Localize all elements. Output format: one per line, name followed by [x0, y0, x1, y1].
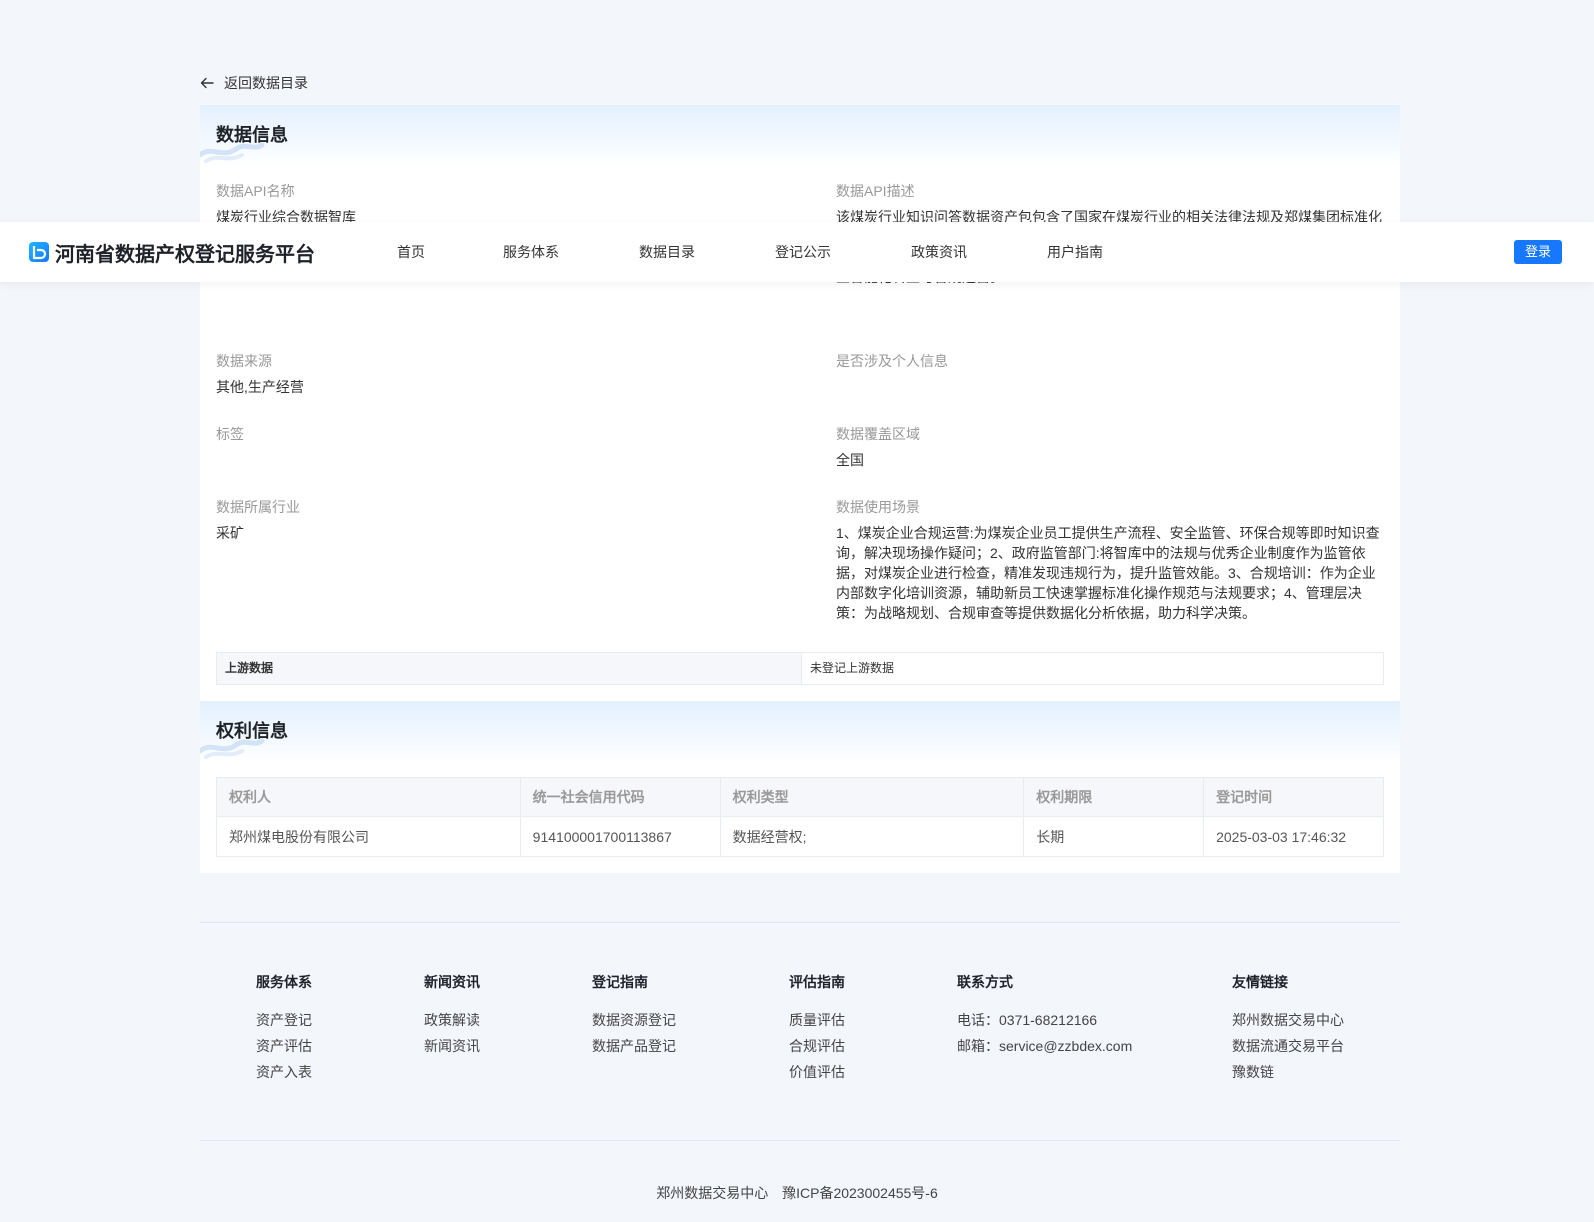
field-label: 数据API名称 — [216, 183, 295, 199]
brand-name: 河南省数据产权登记服务平台 — [55, 243, 315, 266]
table-cell: 郑州煤电股份有限公司 — [216, 816, 521, 857]
rights-info-card: 权利信息 权利人 统一社会信用代码 权利类型 权利期限 登记时间 郑州煤电股份有… — [200, 701, 1400, 873]
field-value: 采矿 — [216, 525, 244, 541]
rights-info-header: 权利信息 — [200, 701, 1400, 763]
footer-column-title: 友情链接 — [1232, 974, 1288, 990]
back-to-catalog-link[interactable]: 返回数据目录 — [200, 72, 308, 94]
column-header: 统一社会信用代码 — [519, 777, 721, 817]
table-cell: 914100001700113867 — [519, 816, 721, 857]
table-cell: 数据经营权; — [719, 816, 1025, 857]
footer-link[interactable]: 郑州数据交易中心 — [1232, 1010, 1344, 1030]
upstream-value: 未登记上游数据 — [810, 661, 895, 675]
column-header: 权利类型 — [719, 777, 1025, 817]
footer-link[interactable]: 新闻资讯 — [424, 1036, 480, 1056]
footer-column-title: 登记指南 — [592, 974, 648, 990]
copyright-org: 郑州数据交易中心 — [656, 1185, 769, 1201]
platform-logo-icon — [29, 242, 49, 262]
footer-column-contact: 联系方式 电话：0371-68212166 邮箱：service@zzbdex.… — [957, 970, 1132, 1062]
footer-column-service: 服务体系 资产登记 资产评估 资产入表 — [256, 970, 312, 1088]
footer-link[interactable]: 资产入表 — [256, 1062, 312, 1082]
footer-column-friend-links: 友情链接 郑州数据交易中心 数据流通交易平台 豫数链 — [1232, 970, 1344, 1088]
footer-link[interactable]: 质量评估 — [789, 1010, 845, 1030]
footer-link[interactable]: 数据产品登记 — [592, 1036, 676, 1056]
footer-link[interactable]: 数据资源登记 — [592, 1010, 676, 1030]
column-header: 登记时间 — [1203, 777, 1384, 817]
footer-column-title: 联系方式 — [957, 974, 1013, 990]
footer-column-evaluation-guide: 评估指南 质量评估 合规评估 价值评估 — [789, 970, 845, 1088]
arrow-left-icon — [200, 77, 214, 89]
table-row: 郑州煤电股份有限公司 914100001700113867 数据经营权; 长期 … — [216, 816, 1384, 857]
field-scenario: 数据使用场景 1、煤炭企业合规运营:为煤炭企业员工提供生产流程、安全监管、环保合… — [836, 497, 1384, 633]
nav-item-service-system[interactable]: 服务体系 — [503, 222, 559, 282]
field-label: 标签 — [216, 426, 244, 442]
rights-table-header-row: 权利人 统一社会信用代码 权利类型 权利期限 登记时间 — [216, 777, 1384, 817]
data-info-title: 数据信息 — [216, 125, 288, 145]
footer-column-registration-guide: 登记指南 数据资源登记 数据产品登记 — [592, 970, 676, 1062]
field-label: 数据所属行业 — [216, 499, 300, 515]
footer-link[interactable]: 资产评估 — [256, 1036, 312, 1056]
footer-link[interactable]: 豫数链 — [1232, 1062, 1344, 1082]
nav-item-data-catalog[interactable]: 数据目录 — [639, 222, 695, 282]
upstream-data-row: 上游数据 未登记上游数据 — [216, 652, 1384, 685]
nav-item-user-guide[interactable]: 用户指南 — [1047, 222, 1103, 282]
footer-link[interactable]: 合规评估 — [789, 1036, 845, 1056]
field-label: 数据来源 — [216, 353, 272, 369]
footer-column-news: 新闻资讯 政策解读 新闻资讯 — [424, 970, 480, 1062]
nav-item-registration-notice[interactable]: 登记公示 — [775, 222, 831, 282]
footer-column-title: 评估指南 — [789, 974, 845, 990]
upstream-label: 上游数据 — [217, 653, 802, 684]
field-value: 其他,生产经营 — [216, 379, 304, 395]
footer-link[interactable]: 资产登记 — [256, 1010, 312, 1030]
field-industry: 数据所属行业 采矿 — [216, 497, 836, 633]
field-label: 是否涉及个人信息 — [836, 353, 948, 369]
login-button[interactable]: 登录 — [1514, 240, 1562, 264]
field-value: 1、煤炭企业合规运营:为煤炭企业员工提供生产流程、安全监管、环保合规等即时知识查… — [836, 525, 1380, 621]
contact-phone: 电话：0371-68212166 — [957, 1012, 1098, 1028]
footer-divider-top — [200, 922, 1400, 923]
rights-info-title: 权利信息 — [216, 721, 288, 741]
footer-link[interactable]: 政策解读 — [424, 1010, 480, 1030]
table-cell: 长期 — [1023, 816, 1205, 857]
copyright-bar: 郑州数据交易中心 豫ICP备2023002455号-6 — [0, 1183, 1594, 1203]
column-header: 权利人 — [216, 777, 521, 817]
field-value: 全国 — [836, 452, 864, 468]
field-label: 数据使用场景 — [836, 499, 920, 515]
rights-table: 权利人 统一社会信用代码 权利类型 权利期限 登记时间 郑州煤电股份有限公司 9… — [216, 777, 1384, 857]
table-cell: 2025-03-03 17:46:32 — [1203, 816, 1384, 857]
icp-record-link[interactable]: 豫ICP备2023002455号-6 — [782, 1185, 938, 1201]
column-header: 权利期限 — [1023, 777, 1205, 817]
footer-link[interactable]: 数据流通交易平台 — [1232, 1036, 1344, 1056]
footer-divider-bottom — [200, 1140, 1400, 1141]
top-navbar: 河南省数据产权登记服务平台 首页 服务体系 数据目录 登记公示 政策资讯 用户指… — [0, 222, 1594, 282]
data-info-card: 数据信息 数据API名称 煤炭行业综合数据智库 数据API描述 该煤炭行业知识问… — [200, 105, 1400, 701]
field-label: 数据覆盖区域 — [836, 426, 920, 442]
back-link-label: 返回数据目录 — [224, 75, 308, 91]
footer-link[interactable]: 价值评估 — [789, 1062, 845, 1082]
field-tags: 标签 — [216, 424, 836, 497]
contact-email: 邮箱：service@zzbdex.com — [957, 1038, 1133, 1054]
data-info-header: 数据信息 — [200, 105, 1400, 167]
nav-item-home[interactable]: 首页 — [397, 222, 425, 282]
footer-column-title: 服务体系 — [256, 974, 312, 990]
nav-item-policy-news[interactable]: 政策资讯 — [911, 222, 967, 282]
field-source: 数据来源 其他,生产经营 — [216, 351, 836, 424]
footer-column-title: 新闻资讯 — [424, 974, 480, 990]
brand[interactable]: 河南省数据产权登记服务平台 — [29, 222, 315, 282]
field-label: 数据API描述 — [836, 183, 915, 199]
field-coverage: 数据覆盖区域 全国 — [836, 424, 1384, 497]
field-personal-info: 是否涉及个人信息 — [836, 351, 1384, 424]
